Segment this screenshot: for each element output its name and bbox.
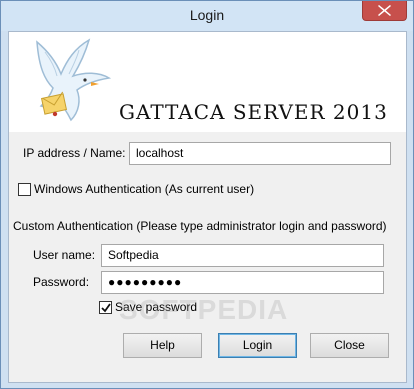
password-input[interactable]: ●●●●●●●●●: [101, 271, 384, 294]
windows-auth-checkbox[interactable]: [18, 183, 31, 196]
app-title: GATTACA SERVER 2013: [119, 100, 388, 124]
login-button[interactable]: Login: [218, 333, 297, 358]
close-icon: [378, 5, 391, 16]
softpedia-watermark: SOFTPEDIA: [119, 294, 289, 325]
window-close-button[interactable]: [362, 1, 407, 21]
ip-address-label: IP address / Name:: [23, 146, 126, 160]
checkmark-icon: [101, 303, 111, 313]
user-name-input[interactable]: Softpedia: [101, 244, 384, 267]
dialog-body: GATTACA SERVER 2013 IP address / Name: l…: [8, 31, 407, 383]
banner: GATTACA SERVER 2013: [9, 32, 406, 132]
window-title: Login: [189, 7, 225, 23]
title-bar[interactable]: Login: [1, 1, 413, 31]
save-password-checkbox[interactable]: [99, 301, 112, 314]
login-window: Login GATTACA SERVER 2013 IP address / N…: [0, 0, 414, 389]
ip-address-input[interactable]: localhost: [129, 142, 391, 165]
windows-auth-label[interactable]: Windows Authentication (As current user): [34, 182, 254, 196]
custom-auth-label: Custom Authentication (Please type admin…: [13, 219, 387, 233]
help-button[interactable]: Help: [123, 333, 202, 358]
user-name-label: User name:: [33, 248, 96, 262]
password-label: Password:: [33, 275, 90, 289]
dove-logo-icon: [36, 38, 112, 122]
close-button[interactable]: Close: [310, 333, 389, 358]
